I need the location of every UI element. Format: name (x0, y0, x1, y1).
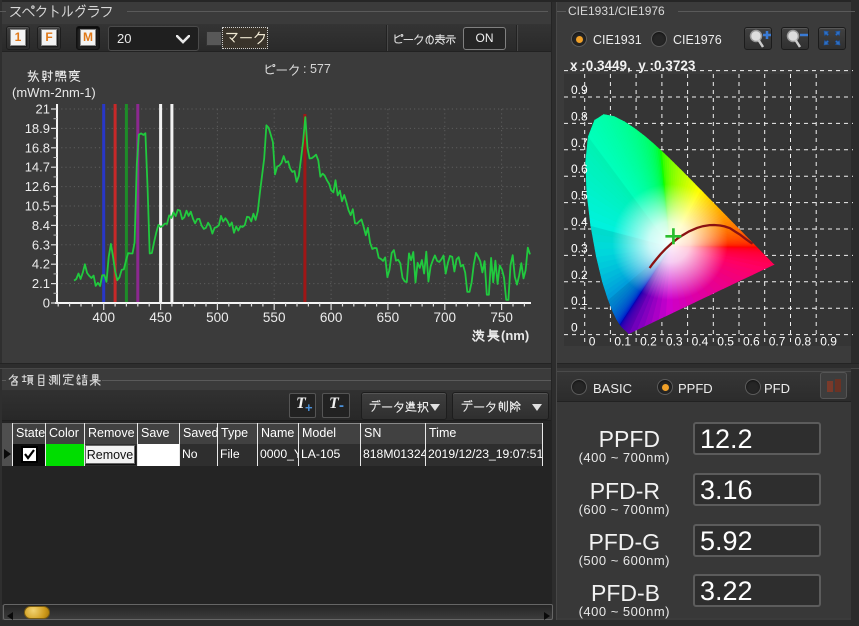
svg-text:0.9: 0.9 (820, 335, 837, 349)
svg-text:550: 550 (263, 310, 286, 325)
svg-text:750: 750 (490, 310, 513, 325)
svg-text:0.6: 0.6 (743, 335, 760, 349)
svg-text:400: 400 (92, 310, 115, 325)
svg-text:700: 700 (434, 310, 457, 325)
svg-text:0: 0 (571, 321, 578, 335)
svg-text:6.3: 6.3 (32, 237, 50, 252)
svg-text:0.8: 0.8 (795, 335, 812, 349)
svg-text:2.1: 2.1 (32, 276, 50, 291)
svg-text:12.6: 12.6 (25, 179, 50, 194)
svg-text:650: 650 (377, 310, 400, 325)
svg-text:0.9: 0.9 (571, 83, 588, 97)
svg-text:0.2: 0.2 (640, 335, 657, 349)
svg-text:0.3: 0.3 (666, 335, 683, 349)
svg-text:600: 600 (320, 310, 343, 325)
svg-text:0: 0 (589, 335, 596, 349)
svg-text:0.4: 0.4 (571, 215, 588, 229)
svg-text:4.2: 4.2 (32, 257, 50, 272)
svg-text:0.6: 0.6 (571, 162, 588, 176)
svg-text:500: 500 (206, 310, 229, 325)
svg-text:0.8: 0.8 (571, 109, 588, 123)
svg-text:18.9: 18.9 (25, 121, 50, 136)
svg-text:0.7: 0.7 (571, 136, 588, 150)
svg-text:0.4: 0.4 (692, 335, 709, 349)
svg-text:21: 21 (36, 102, 50, 117)
svg-text:0.3: 0.3 (571, 241, 588, 255)
svg-text:450: 450 (149, 310, 172, 325)
svg-text:0.5: 0.5 (717, 335, 734, 349)
svg-text:0.1: 0.1 (614, 335, 631, 349)
svg-text:14.7: 14.7 (25, 160, 50, 175)
svg-text:0.5: 0.5 (571, 189, 588, 203)
svg-text:10.5: 10.5 (25, 199, 50, 214)
svg-text:8.4: 8.4 (32, 218, 50, 233)
svg-text:0: 0 (43, 296, 50, 311)
svg-text:0.7: 0.7 (769, 335, 786, 349)
svg-text:0.2: 0.2 (571, 268, 588, 282)
svg-text:0.1: 0.1 (571, 294, 588, 308)
svg-text:16.8: 16.8 (25, 140, 50, 155)
